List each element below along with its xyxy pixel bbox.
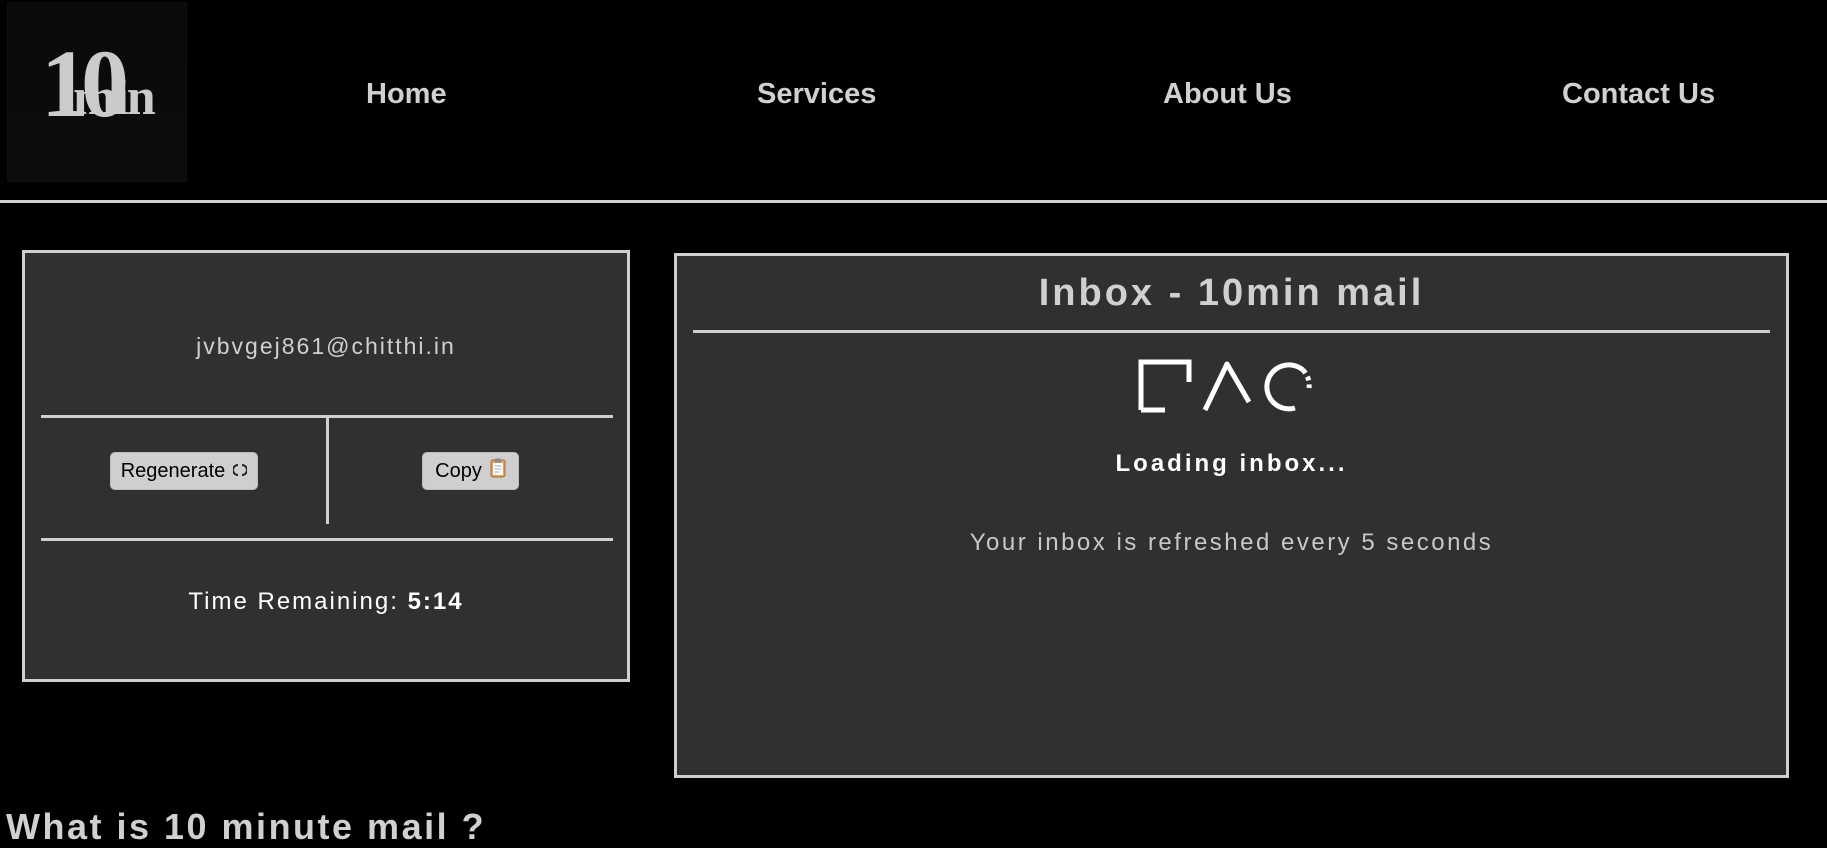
- loading-text: Loading inbox...: [1115, 450, 1348, 477]
- nav-contact-link[interactable]: Contact Us: [1562, 78, 1715, 111]
- inbox-title: Inbox - 10min mail: [1038, 272, 1425, 314]
- nav-home-link[interactable]: Home: [366, 78, 447, 111]
- logo-word: min: [73, 69, 156, 126]
- copy-label: Copy: [435, 459, 482, 482]
- nav-about-link[interactable]: About Us: [1163, 78, 1292, 111]
- time-remaining-value: 5:14: [407, 588, 464, 615]
- site-logo[interactable]: 10 min: [7, 2, 187, 182]
- clipboard-icon: [490, 458, 506, 484]
- loading-shapes-icon: [1137, 358, 1327, 414]
- email-address[interactable]: jvbvgej861@chitthi.in: [25, 333, 627, 360]
- refresh-info-text: Your inbox is refreshed every 5 seconds: [969, 529, 1494, 556]
- email-panel: jvbvgej861@chitthi.in Regenerate Copy Ti…: [22, 250, 630, 682]
- divider-bottom: [41, 538, 613, 541]
- regenerate-label: Regenerate: [120, 459, 226, 482]
- copy-button[interactable]: Copy: [422, 452, 519, 490]
- site-header: 10 min Home Services About Us Contact Us: [0, 0, 1827, 203]
- section-heading: What is 10 minute mail ?: [6, 806, 487, 847]
- regenerate-button[interactable]: Regenerate: [110, 452, 258, 490]
- inbox-panel: Inbox - 10min mail Loading inbox... Your…: [674, 253, 1789, 778]
- time-remaining: Time Remaining: 5:14: [25, 588, 627, 616]
- divider-vertical: [326, 417, 329, 524]
- time-remaining-label: Time Remaining:: [188, 588, 399, 615]
- inbox-divider: [693, 330, 1770, 333]
- refresh-icon: [232, 460, 249, 483]
- nav-services-link[interactable]: Services: [757, 78, 876, 111]
